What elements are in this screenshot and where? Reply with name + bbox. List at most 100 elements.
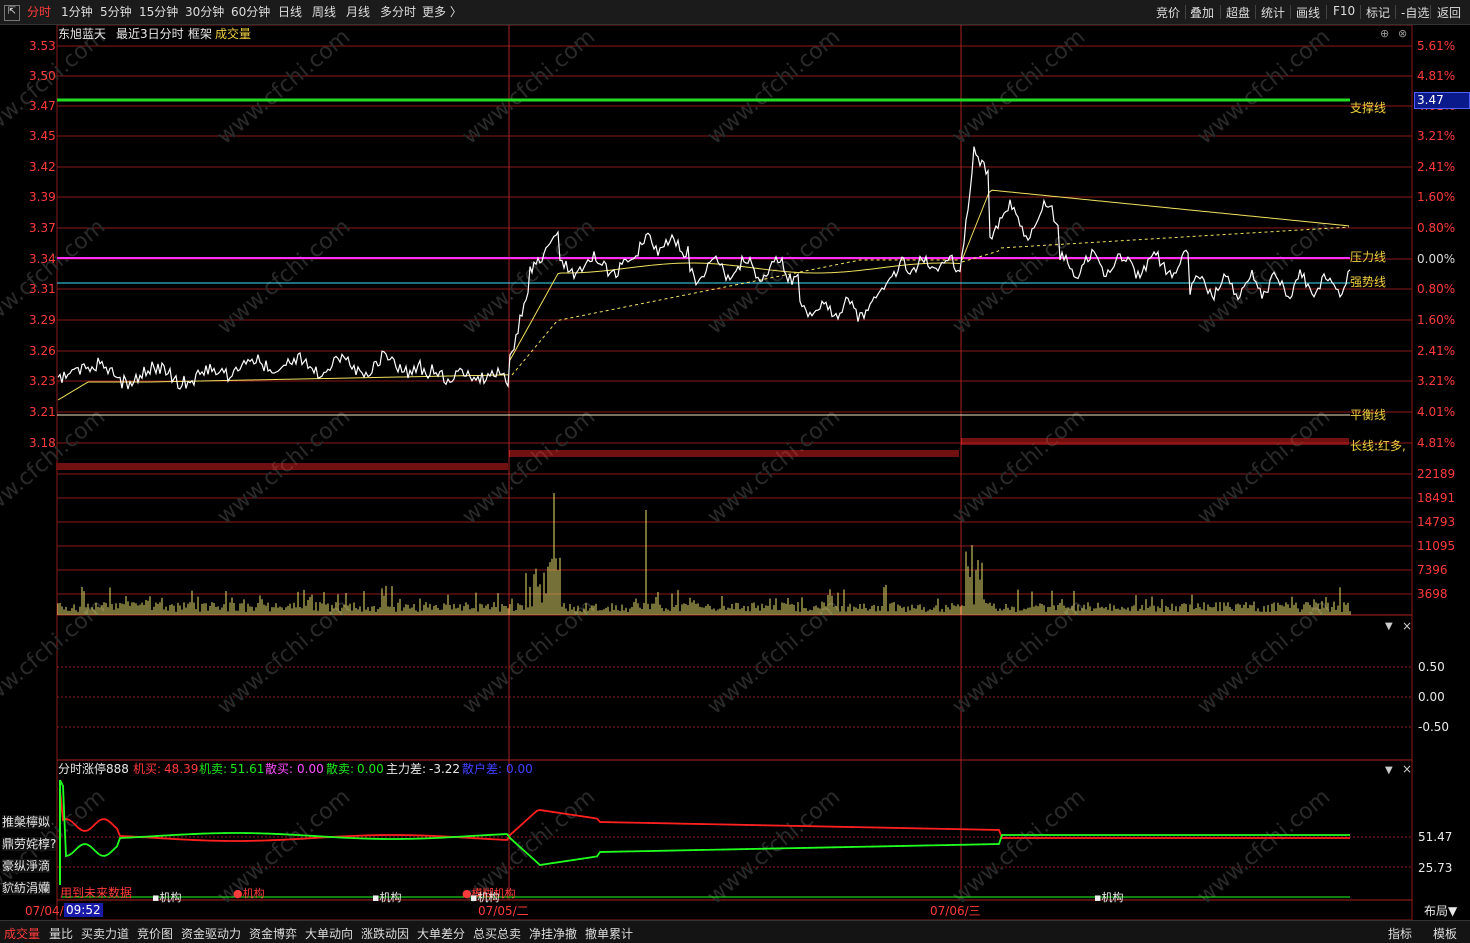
- zhulicha-value: -3.22: [429, 762, 461, 776]
- stats-button[interactable]: 统计: [1261, 4, 1285, 21]
- template-button[interactable]: 模板: [1433, 925, 1457, 942]
- sanmai-value: 0.00: [297, 762, 324, 776]
- tab-fund-game[interactable]: 资金博弈: [249, 925, 297, 942]
- price-tick: 3.39: [29, 190, 56, 204]
- tab-rise-fall-cause[interactable]: 涨跌动因: [361, 925, 409, 942]
- time-day3: 07/06/三: [930, 904, 981, 918]
- period-label[interactable]: 最近3日分时: [116, 27, 184, 41]
- tab-volume-ratio[interactable]: 量比: [49, 925, 73, 942]
- price-tick: 3.45: [29, 129, 56, 143]
- percent-tick: 4.81%: [1417, 69, 1456, 83]
- chevron-down-icon[interactable]: ▼: [1385, 620, 1393, 634]
- tab-monthly[interactable]: 月线: [346, 4, 370, 20]
- watermark: www.cfchi.com: [948, 25, 1090, 150]
- tab-5min[interactable]: 5分钟: [100, 4, 132, 20]
- tab-buy-sell-force[interactable]: 买卖力道: [81, 925, 129, 942]
- jimai-label: 机买:: [133, 762, 162, 776]
- percent-tick: 3.21%: [1417, 374, 1456, 388]
- ind3-name[interactable]: 分时涨停888: [58, 762, 129, 776]
- return-button[interactable]: 返回: [1437, 4, 1461, 21]
- percent-tick: 2.41%: [1417, 160, 1456, 174]
- marker-jigou: ▪机构: [1094, 891, 1124, 904]
- price-tick: 3.21: [29, 405, 56, 419]
- price-tick: 3.37: [29, 221, 56, 235]
- tab-big-order[interactable]: 大单动向: [305, 925, 353, 942]
- percent-tick: 4.01%: [1417, 405, 1456, 419]
- sanmai2-value: 0.00: [357, 762, 384, 776]
- add-icon[interactable]: ⊕: [1380, 27, 1389, 41]
- percent-tick: 1.60%: [1417, 190, 1456, 204]
- ind2-axis-1: 0.00: [1418, 690, 1445, 704]
- close-icon[interactable]: ×: [1402, 619, 1412, 633]
- ind2-axis-2: -0.50: [1418, 720, 1450, 734]
- overlay-button[interactable]: 叠加: [1190, 4, 1214, 21]
- tab-big-order-diff[interactable]: 大单差分: [417, 925, 465, 942]
- time-day2: 07/05/二: [478, 904, 529, 918]
- top-toolbar: ⇱ 分时 1分钟 5分钟 15分钟 30分钟 60分钟 日线 周线 月线 多分时…: [0, 0, 1470, 25]
- current-price-tag: 3.47: [1414, 92, 1470, 109]
- watermark: www.cfchi.com: [458, 594, 600, 719]
- price-tick: 3.42: [29, 160, 56, 174]
- percent-tick: 2.41%: [1417, 344, 1456, 358]
- watermarks: www.cfchi.com www.cfchi.com www.cfchi.com w…: [0, 25, 1335, 910]
- watermark: www.cfchi.com: [213, 214, 355, 339]
- sanmai-label: 散买:: [265, 762, 294, 776]
- frame-label[interactable]: 框架: [188, 27, 212, 41]
- percent-tick: 0.80%: [1417, 282, 1456, 296]
- long-line-label: 长线:红多,: [1350, 439, 1406, 453]
- tab-1min[interactable]: 1分钟: [61, 4, 93, 20]
- watermark: www.cfchi.com: [703, 214, 845, 339]
- intraday-chart[interactable]: www.cfchi.com www.cfchi.com www.cfchi.com w…: [0, 25, 1470, 920]
- tab-fund-drive[interactable]: 资金驱动力: [181, 925, 241, 942]
- tab-net-order[interactable]: 净挂净撤: [529, 925, 577, 942]
- watchlist-button[interactable]: -自选: [1401, 4, 1429, 21]
- jimai2-label: 机卖:: [199, 762, 228, 776]
- volume-tick: 22189: [1417, 467, 1456, 481]
- percent-tick: 1.60%: [1417, 313, 1456, 327]
- tab-auction-chart[interactable]: 竞价图: [137, 925, 173, 942]
- tab-15min[interactable]: 15分钟: [139, 4, 178, 20]
- watermark: www.cfchi.com: [213, 25, 355, 150]
- watermark: www.cfchi.com: [1193, 25, 1335, 150]
- price-tick: 3.26: [29, 344, 56, 358]
- close-icon[interactable]: ⊗: [1398, 27, 1407, 41]
- tab-more[interactable]: 更多 〉: [422, 4, 462, 20]
- tab-30min[interactable]: 30分钟: [185, 4, 224, 20]
- f10-button[interactable]: F10: [1333, 4, 1355, 18]
- jimai-value: 48.39: [164, 762, 199, 776]
- layout-button[interactable]: 布局▼: [1424, 904, 1457, 918]
- tab-fenshi[interactable]: 分时: [27, 4, 51, 20]
- close-icon[interactable]: ×: [1402, 762, 1412, 776]
- tab-60min[interactable]: 60分钟: [231, 4, 270, 20]
- left-label-3: 豪纵淨滴: [2, 859, 51, 873]
- price-line-path: [57, 146, 1351, 390]
- price-tick: 3.53: [29, 39, 56, 53]
- sell-force-line: [59, 779, 1350, 866]
- price-tick: 3.29: [29, 313, 56, 327]
- percent-tick: 0.80%: [1417, 221, 1456, 235]
- reference-lines: [57, 98, 1350, 416]
- tab-weekly[interactable]: 周线: [312, 4, 336, 20]
- tab-cancel-total[interactable]: 撤单累计: [585, 925, 633, 942]
- tab-multi-intraday[interactable]: 多分时: [380, 4, 416, 20]
- super-panel-button[interactable]: 超盘: [1226, 4, 1250, 21]
- tab-daily[interactable]: 日线: [278, 4, 302, 20]
- tab-volume[interactable]: 成交量: [4, 925, 40, 942]
- sanmai2-label: 散卖:: [326, 762, 355, 776]
- ind3-axis-0: 51.47: [1418, 830, 1453, 844]
- price-line: [57, 146, 1351, 390]
- mark-button[interactable]: 标记: [1366, 4, 1390, 21]
- indicator-button[interactable]: 指标: [1388, 925, 1412, 942]
- auction-button[interactable]: 竞价: [1156, 4, 1180, 21]
- percent-tick: 3.21%: [1417, 129, 1456, 143]
- back-icon[interactable]: ⇱: [4, 5, 20, 21]
- indicator-label[interactable]: 成交量: [215, 27, 251, 41]
- watermark: www.cfchi.com: [948, 784, 1090, 909]
- tab-total-buy-sell[interactable]: 总买总卖: [473, 925, 521, 942]
- stock-name: 东旭蓝天: [58, 27, 107, 41]
- price-tick: 3.23: [29, 374, 56, 388]
- chevron-down-icon[interactable]: ▼: [1385, 764, 1393, 778]
- watermark: www.cfchi.com: [213, 404, 355, 529]
- zhulicha-label: 主力差:: [386, 762, 427, 776]
- draw-line-button[interactable]: 画线: [1296, 4, 1320, 21]
